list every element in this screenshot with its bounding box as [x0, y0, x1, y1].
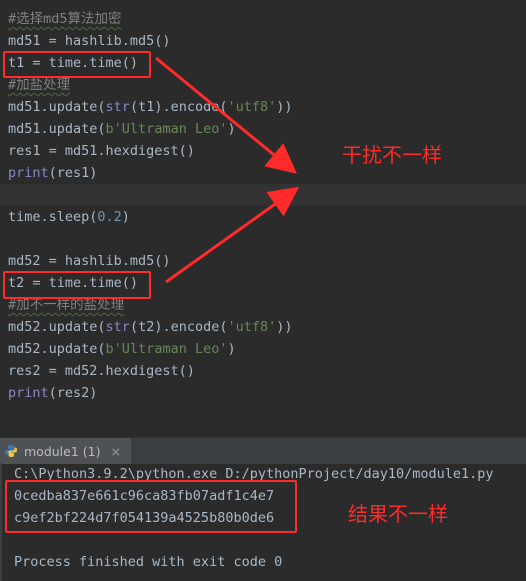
arrow-up-icon: [165, 186, 300, 284]
arrow-down-icon: [155, 56, 297, 174]
hash-highlight-box: [5, 480, 297, 533]
panel-left-border: [0, 463, 2, 581]
tab-label: module1 (1): [24, 443, 101, 459]
python-icon: [5, 445, 17, 457]
exit-message: Process finished with exit code 0: [14, 554, 283, 570]
tab-module1[interactable]: module1 (1) ×: [0, 438, 131, 464]
interference-annotation: 干扰不一样: [342, 143, 442, 167]
run-panel: module1 (1) × C:\Python3.9.2\python.exe …: [0, 412, 526, 581]
close-icon[interactable]: ×: [110, 444, 120, 459]
code-editor[interactable]: #选择md5算法加密 md51 = hashlib.md5() t1 = time.…: [0, 0, 526, 412]
annotation-arrows: [155, 56, 300, 284]
run-tab-bar: module1 (1) ×: [0, 437, 526, 464]
result-annotation: 结果不一样: [348, 502, 448, 526]
